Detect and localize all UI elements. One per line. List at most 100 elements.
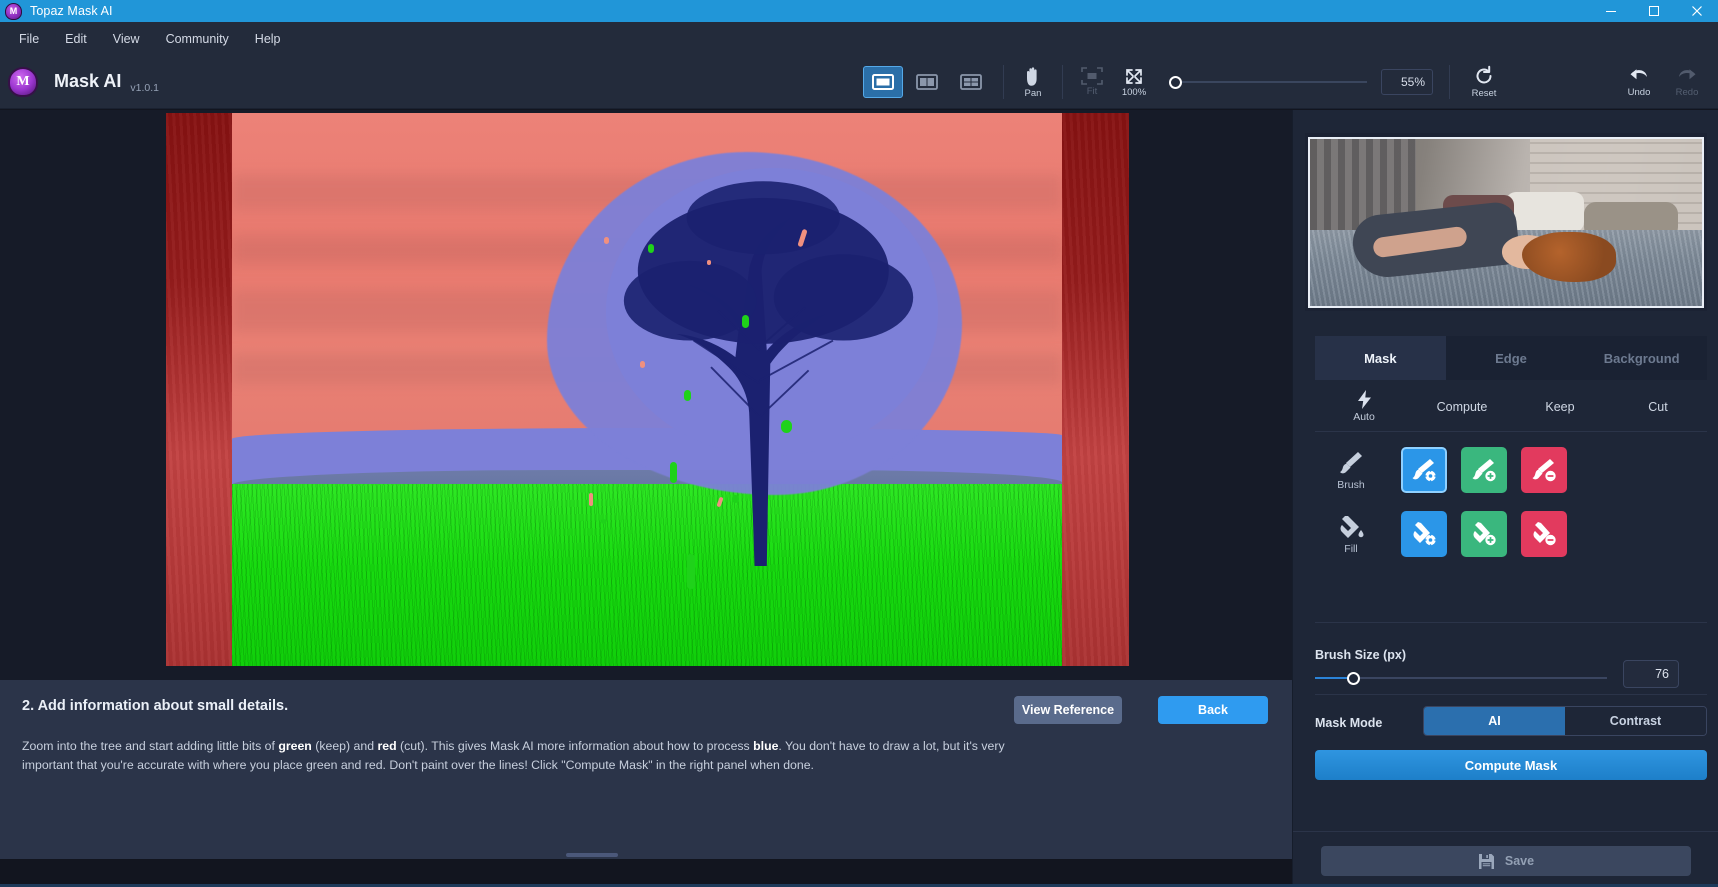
instruction-text-2: (keep) and [311, 739, 378, 753]
menu-item-file[interactable]: File [6, 26, 52, 52]
tool-grid: Brush Fill [1315, 442, 1707, 570]
app-version: v1.0.1 [130, 81, 159, 94]
save-button-label: Save [1504, 854, 1535, 868]
cut-stroke [588, 493, 593, 507]
menu-item-view[interactable]: View [100, 26, 153, 52]
topaz-mask-logo-icon: M [5, 2, 22, 20]
mode-cut[interactable]: Cut [1609, 382, 1707, 431]
redo-arrow-icon [1675, 66, 1699, 86]
instruction-text-1: Zoom into the tree and start adding litt… [22, 739, 279, 753]
zoom-100-button[interactable]: 100% [1113, 60, 1155, 104]
reference-thumbnail-image[interactable] [1308, 136, 1704, 308]
floppy-disk-icon [1478, 853, 1495, 870]
app-name: Mask AI [54, 71, 122, 91]
keep-stroke [732, 494, 740, 503]
mask-mode-row: Auto Compute Keep Cut [1315, 382, 1707, 432]
brush-size-label: Brush Size (px) [1315, 648, 1406, 662]
redo-button[interactable]: Redo [1666, 60, 1708, 104]
reset-label: Reset [1471, 88, 1497, 99]
instruction-panel: 2. Add information about small details. … [0, 680, 1292, 859]
view-mode-single-button[interactable] [863, 66, 903, 98]
zoom-slider-track [1169, 81, 1367, 83]
brush-cut-button[interactable] [1521, 447, 1567, 493]
window-controls [1589, 0, 1718, 22]
view-reference-button[interactable]: View Reference [1014, 696, 1122, 724]
instruction-text-3: (cut). This gives Mask AI more informati… [396, 739, 754, 753]
save-button[interactable]: Save [1321, 846, 1691, 876]
hand-icon [1023, 66, 1043, 87]
toolbar-divider-1 [1003, 65, 1004, 99]
mask-mode-ai-button[interactable]: AI [1424, 707, 1565, 735]
canvas-photo-with-mask[interactable] [232, 113, 1062, 666]
toolbar-divider-2 [1062, 65, 1063, 99]
mode-auto-label: Auto [1353, 411, 1375, 423]
right-panel: Mask Edge Background Auto Compute Keep C… [1292, 110, 1718, 887]
minimize-icon[interactable] [1589, 0, 1632, 22]
maximize-icon[interactable] [1632, 0, 1675, 22]
pan-tool-button[interactable]: Pan [1012, 60, 1054, 104]
fill-tool-row: Fill [1315, 506, 1707, 562]
fill-cut-button[interactable] [1521, 511, 1567, 557]
keep-stroke [686, 554, 695, 590]
view-mode-split-button[interactable] [907, 66, 947, 98]
cut-stroke [639, 360, 645, 368]
instruction-body: Zoom into the tree and start adding litt… [22, 737, 1012, 775]
fill-compute-button[interactable] [1401, 511, 1447, 557]
image-canvas[interactable] [0, 110, 1292, 680]
brush-row-header: Brush [1315, 449, 1387, 491]
tab-background[interactable]: Background [1576, 336, 1708, 380]
menu-item-edit[interactable]: Edit [52, 26, 100, 52]
brush-size-handle[interactable] [1347, 671, 1360, 685]
pan-tool-label: Pan [1024, 87, 1042, 99]
menu-bar: File Edit View Community Help [0, 22, 1718, 55]
undo-label: Undo [1627, 87, 1651, 98]
brush-row-label: Brush [1337, 479, 1365, 491]
zoom-slider-handle[interactable] [1169, 75, 1182, 89]
fill-row-header: Fill [1315, 513, 1387, 555]
brush-size-slider[interactable] [1315, 670, 1607, 686]
brush-compute-button[interactable] [1401, 447, 1447, 493]
app-window: M Topaz Mask AI File Edit View Community… [0, 0, 1718, 887]
expand-arrows-icon [1123, 66, 1145, 86]
mode-compute[interactable]: Compute [1413, 382, 1511, 431]
panel-tabs: Mask Edge Background [1315, 336, 1708, 380]
menu-item-help[interactable]: Help [242, 26, 294, 52]
cut-stroke [603, 237, 609, 245]
mode-auto[interactable]: Auto [1315, 382, 1413, 431]
reset-button[interactable]: Reset [1458, 60, 1510, 104]
back-button[interactable]: Back [1158, 696, 1268, 724]
instruction-scrollbar[interactable] [566, 853, 618, 857]
toolbar-tools: Pan Fit 100% 55% Reset [863, 55, 1510, 109]
instruction-keyword-red: red [377, 739, 397, 753]
tab-mask[interactable]: Mask [1315, 336, 1446, 380]
brush-icon [1337, 449, 1365, 477]
zoom-slider[interactable] [1169, 72, 1367, 92]
mask-mode-contrast-button[interactable]: Contrast [1565, 707, 1706, 735]
fill-keep-button[interactable] [1461, 511, 1507, 557]
compute-mask-button[interactable]: Compute Mask [1315, 750, 1707, 780]
toolbar-history: Undo Redo [1618, 55, 1708, 109]
cut-stroke [706, 259, 711, 265]
reference-thumbnail-container[interactable] [1305, 133, 1707, 311]
panel-divider-1 [1315, 622, 1707, 623]
fit-frame-icon [1081, 67, 1103, 85]
view-mode-quad-button[interactable] [951, 66, 991, 98]
keep-stroke [647, 243, 654, 253]
fill-row-label: Fill [1344, 543, 1358, 555]
undo-button[interactable]: Undo [1618, 60, 1660, 104]
mask-ai-logo-icon: M [8, 66, 38, 97]
fit-button[interactable]: Fit [1071, 60, 1113, 104]
keep-stroke [742, 314, 750, 328]
tab-edge[interactable]: Edge [1445, 336, 1577, 380]
title-bar: M Topaz Mask AI [0, 0, 1718, 22]
close-icon[interactable] [1675, 0, 1718, 22]
zoom-100-label: 100% [1121, 87, 1147, 98]
menu-item-community[interactable]: Community [153, 26, 242, 52]
brush-size-value[interactable]: 76 [1623, 660, 1679, 688]
zoom-value-field[interactable]: 55% [1381, 69, 1433, 95]
save-bar: Save [1293, 831, 1718, 887]
brush-keep-button[interactable] [1461, 447, 1507, 493]
instruction-keyword-blue: blue [753, 739, 779, 753]
toolbar-divider-3 [1449, 65, 1450, 99]
mode-keep[interactable]: Keep [1511, 382, 1609, 431]
